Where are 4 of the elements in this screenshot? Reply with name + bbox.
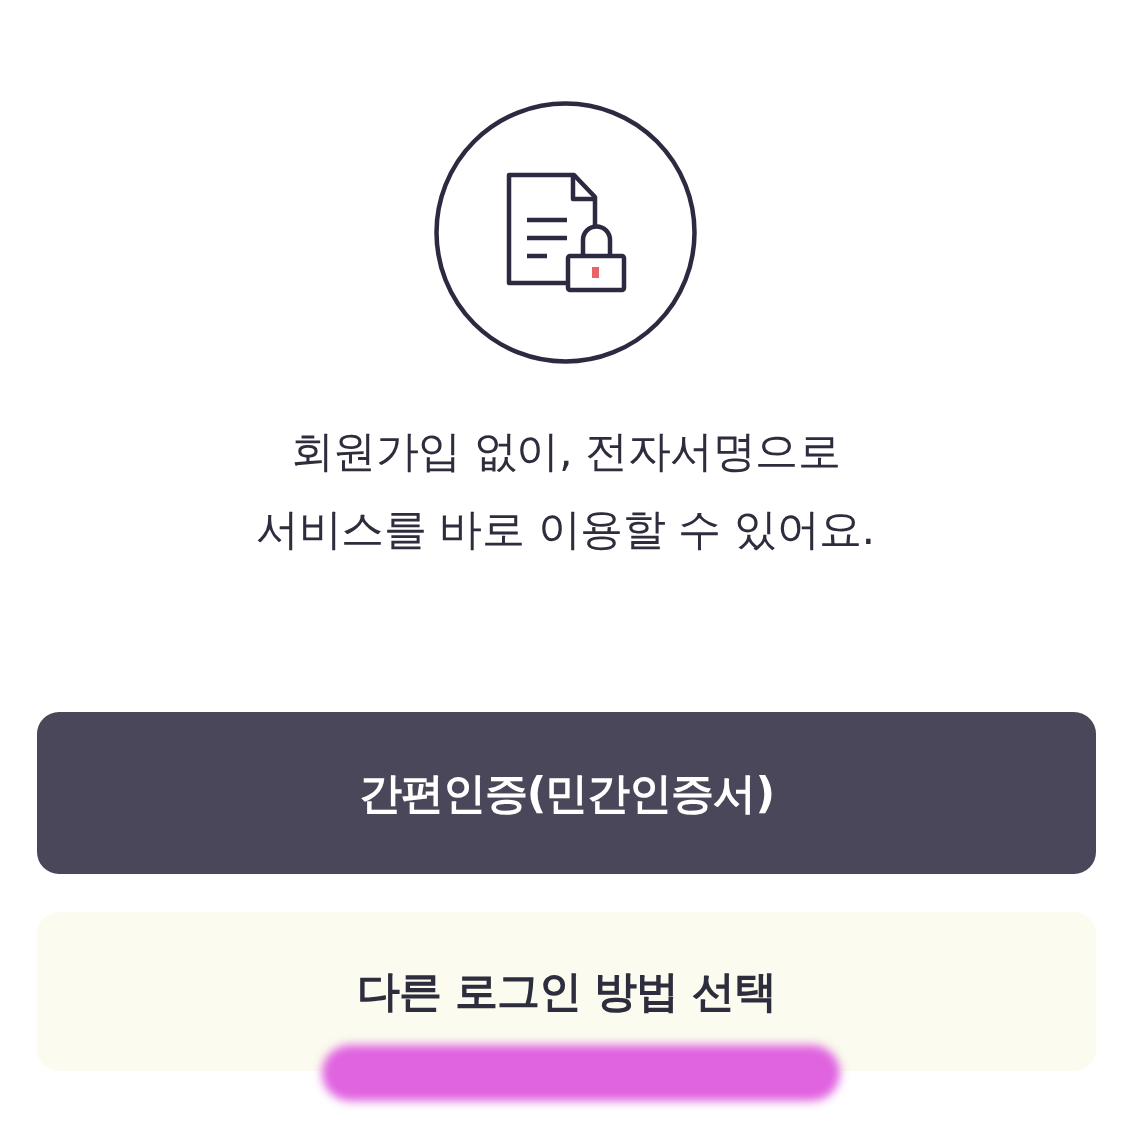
auth-button[interactable]: 간편인증(민간인증서) bbox=[37, 712, 1096, 874]
document-lock-icon bbox=[434, 101, 697, 364]
intro-text: 회원가입 없이, 전자서명으로 서비스를 바로 이용할 수 있어요. bbox=[255, 425, 876, 556]
login-method-button[interactable]: 다른 로그인 방법 선택 bbox=[37, 912, 1096, 1071]
